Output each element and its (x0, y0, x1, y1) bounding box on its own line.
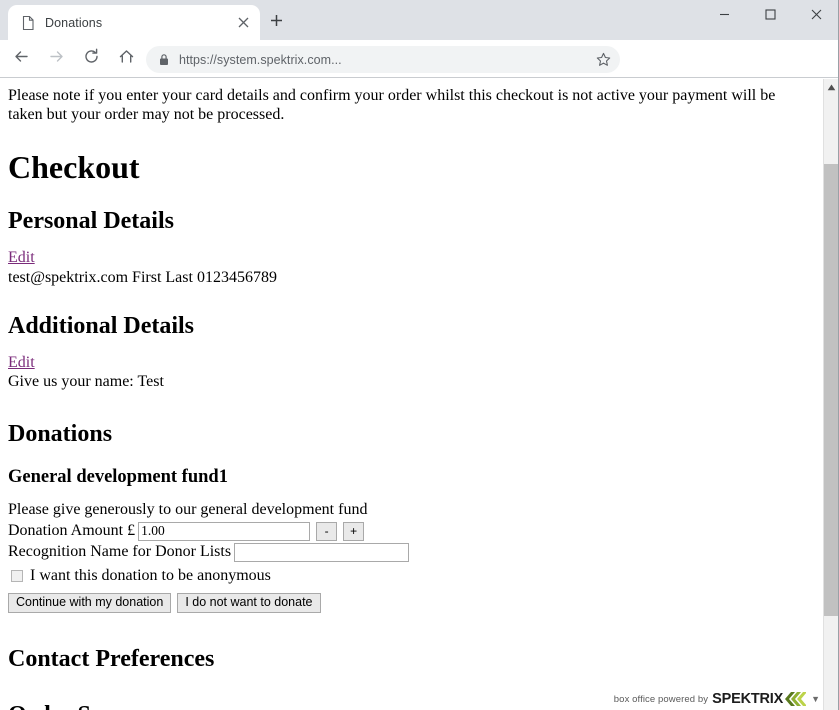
donation-amount-row: Donation Amount £ - + (8, 521, 813, 541)
donations-heading: Donations (8, 421, 113, 448)
checkout-inactive-notice: Please note if you enter your card detai… (8, 87, 776, 123)
browser-tab-donations[interactable]: Donations (8, 5, 260, 40)
scroll-up-arrow-icon[interactable] (824, 79, 839, 96)
edit-additional-details-link[interactable]: Edit (8, 354, 35, 373)
forward-button[interactable] (42, 45, 70, 73)
minimize-icon (719, 7, 730, 25)
continue-with-donation-button[interactable]: Continue with my donation (8, 592, 172, 613)
minimize-button[interactable] (701, 0, 747, 32)
increment-amount-button[interactable]: + (343, 521, 365, 541)
personal-details-heading: Personal Details (8, 207, 174, 234)
reload-icon (83, 48, 100, 70)
document-icon (20, 15, 36, 31)
tab-title: Donations (45, 15, 103, 30)
caret-down-icon[interactable]: ▼ (811, 694, 820, 704)
close-icon (811, 7, 822, 25)
back-button[interactable] (7, 45, 35, 73)
spektrix-footer-badge[interactable]: box office powered by SPEKTRIX ▼ (609, 689, 822, 709)
anonymous-donation-row: I want this donation to be anonymous (8, 567, 813, 586)
window-controls (701, 0, 839, 32)
page-title: Checkout (8, 148, 140, 185)
window-close-button[interactable] (793, 0, 839, 32)
contact-preferences-heading: Contact Preferences (8, 645, 215, 672)
home-button[interactable] (112, 45, 140, 73)
address-bar[interactable]: https://system.spektrix.com... (146, 46, 620, 73)
page-scrollbar[interactable] (823, 79, 839, 710)
scrollbar-thumb[interactable] (824, 164, 839, 616)
additional-details-heading: Additional Details (8, 312, 195, 339)
new-tab-button[interactable] (262, 9, 290, 37)
forward-arrow-icon (48, 48, 65, 70)
anonymous-donation-checkbox[interactable] (11, 570, 23, 583)
page-viewport: Please note if you enter your card detai… (0, 79, 839, 710)
back-arrow-icon (13, 48, 30, 70)
reload-button[interactable] (77, 45, 105, 73)
powered-by-text: box office powered by (613, 693, 709, 705)
donation-amount-label: Donation Amount £ (8, 521, 136, 539)
personal-details-summary: test@spektrix.com First Last 0123456789 (8, 268, 277, 286)
close-icon[interactable] (232, 12, 254, 34)
plus-icon (270, 14, 283, 32)
maximize-button[interactable] (747, 0, 793, 32)
donation-amount-input[interactable] (138, 521, 311, 541)
edit-personal-details-link[interactable]: Edit (8, 249, 35, 268)
checkout-page: Please note if you enter your card detai… (0, 79, 823, 710)
fund-name-heading: General development fund1 (8, 467, 228, 488)
url-text: https://system.spektrix.com... (179, 52, 342, 67)
additional-details-summary: Give us your name: Test (8, 373, 164, 391)
tab-strip: Donations (0, 0, 839, 40)
anonymous-donation-label: I want this donation to be anonymous (30, 566, 271, 584)
browser-toolbar: https://system.spektrix.com... 5 (0, 40, 839, 113)
browser-window: Donations https://system.spektrix.com...… (0, 0, 839, 710)
maximize-icon (764, 7, 776, 25)
donation-actions: Continue with my donation I do not want … (8, 592, 813, 613)
spektrix-wordmark: SPEKTRIX (712, 691, 784, 707)
decline-donation-button[interactable]: I do not want to donate (177, 592, 321, 613)
fund-description: Please give generously to our general de… (8, 500, 368, 518)
decrement-amount-button[interactable]: - (316, 521, 338, 541)
lock-icon (158, 53, 170, 66)
double-chevron-icon (784, 692, 807, 706)
recognition-name-row: Recognition Name for Donor Lists (8, 542, 813, 562)
recognition-name-label: Recognition Name for Donor Lists (8, 542, 232, 560)
bookmark-star-icon[interactable] (596, 52, 611, 67)
home-icon (118, 48, 135, 70)
recognition-name-input[interactable] (234, 542, 410, 562)
